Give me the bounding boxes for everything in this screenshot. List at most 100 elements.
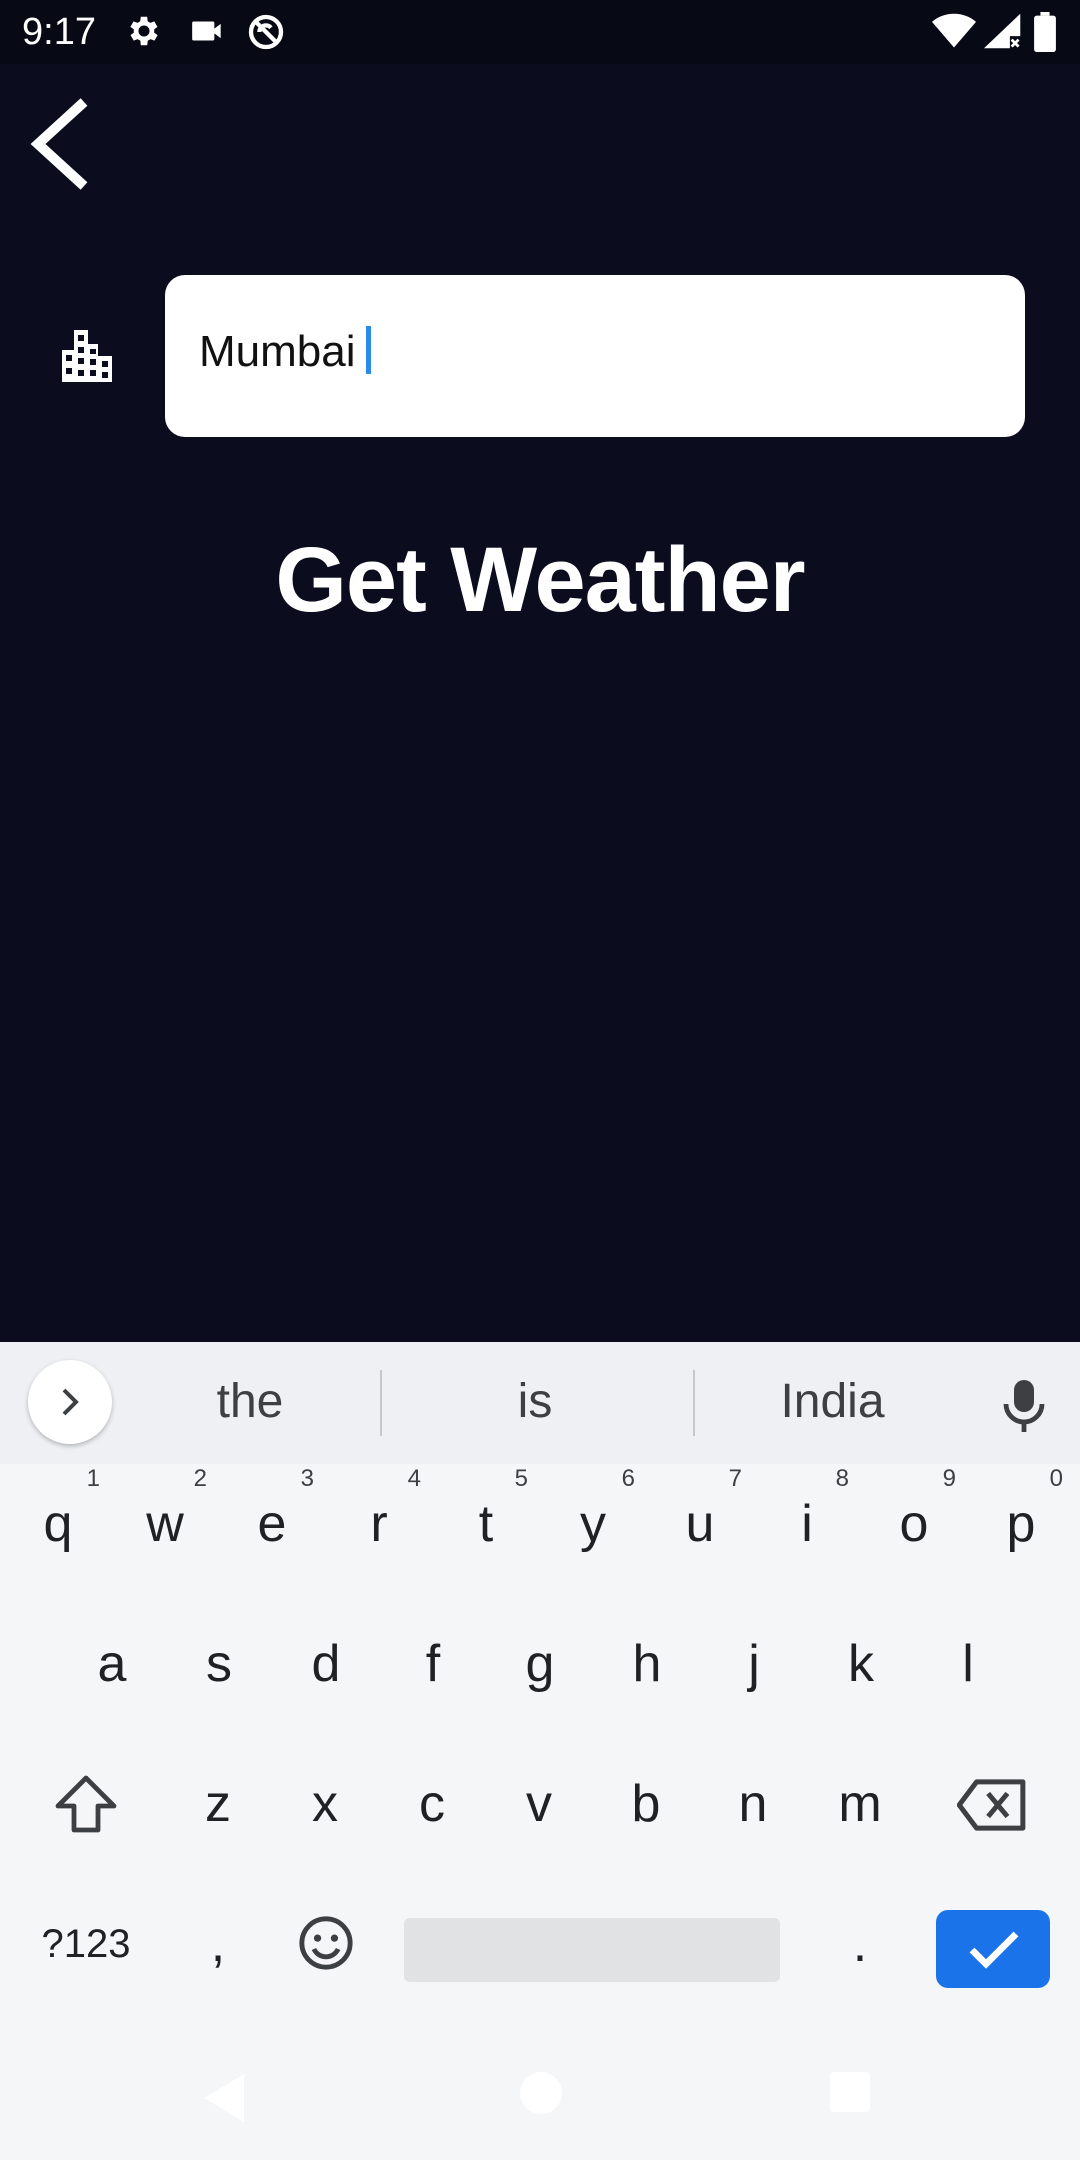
key-r[interactable]: r4 <box>327 1464 431 1584</box>
key-label: d <box>311 1635 341 1693</box>
key-hint: 6 <box>621 1465 635 1492</box>
emoji-key[interactable] <box>274 1884 378 2004</box>
key-n[interactable]: n <box>701 1744 805 1864</box>
key-label: y <box>580 1495 606 1553</box>
gear-icon <box>130 16 158 46</box>
space-key[interactable] <box>404 1918 780 1982</box>
back-button[interactable] <box>24 96 104 192</box>
suggestion-divider <box>380 1370 382 1436</box>
key-label: p <box>1006 1495 1036 1553</box>
key-s[interactable]: s <box>167 1604 271 1724</box>
key-label: n <box>738 1775 768 1833</box>
key-label: u <box>685 1495 715 1553</box>
key-hint: 4 <box>407 1465 421 1492</box>
key-label: g <box>525 1635 555 1693</box>
microphone-icon[interactable] <box>1000 1378 1048 1434</box>
key-hint: 1 <box>86 1465 100 1492</box>
key-t[interactable]: t5 <box>434 1464 538 1584</box>
key-label: q <box>43 1495 73 1553</box>
nav-home-button[interactable] <box>520 2072 562 2114</box>
enter-key[interactable] <box>936 1910 1050 1988</box>
key-hint: 5 <box>514 1465 528 1492</box>
key-g[interactable]: g <box>488 1604 592 1724</box>
expand-toolbar-button[interactable] <box>28 1360 112 1444</box>
city-input-value: Mumbai <box>199 327 356 376</box>
status-bar: 9:17 <box>0 0 1080 64</box>
text-cursor <box>365 326 371 374</box>
key-v[interactable]: v <box>487 1744 591 1864</box>
key-label: l <box>962 1635 974 1693</box>
suggestion-3[interactable]: India <box>700 1374 965 1429</box>
key-label: v <box>526 1775 552 1833</box>
city-input[interactable]: Mumbai <box>165 275 1025 437</box>
chevron-right-icon <box>62 1388 79 1416</box>
key-q[interactable]: q1 <box>6 1464 110 1584</box>
status-time: 9:17 <box>22 11 96 53</box>
key-a[interactable]: a <box>60 1604 164 1724</box>
suggestion-1[interactable]: the <box>120 1374 380 1429</box>
key-b[interactable]: b <box>594 1744 698 1864</box>
key-label: c <box>419 1775 445 1833</box>
key-hint: 8 <box>835 1465 849 1492</box>
key-o[interactable]: o9 <box>862 1464 966 1584</box>
key-p[interactable]: p0 <box>969 1464 1073 1584</box>
suggestion-2[interactable]: is <box>400 1374 670 1429</box>
key-label: o <box>899 1495 929 1553</box>
key-f[interactable]: f <box>381 1604 485 1724</box>
key-u[interactable]: u7 <box>648 1464 752 1584</box>
building-icon <box>62 330 112 382</box>
checkmark-icon <box>969 1931 1019 1969</box>
key-label: b <box>631 1775 661 1833</box>
key-label: x <box>312 1775 338 1833</box>
key-label: z <box>205 1775 231 1833</box>
do-not-disturb-icon <box>248 14 284 50</box>
key-i[interactable]: i8 <box>755 1464 859 1584</box>
key-m[interactable]: m <box>808 1744 912 1864</box>
backspace-icon <box>956 1779 1026 1831</box>
key-hint: 3 <box>300 1465 314 1492</box>
key-w[interactable]: w2 <box>113 1464 217 1584</box>
chevron-left-icon <box>30 98 88 190</box>
key-j[interactable]: j <box>702 1604 806 1724</box>
key-label: s <box>206 1635 232 1693</box>
battery-icon <box>1034 12 1056 52</box>
nav-recents-button[interactable] <box>830 2072 870 2112</box>
key-label: m <box>838 1775 882 1833</box>
backspace-key[interactable] <box>942 1744 1042 1864</box>
wifi-icon <box>932 13 976 48</box>
key-c[interactable]: c <box>380 1744 484 1864</box>
key-d[interactable]: d <box>274 1604 378 1724</box>
key-k[interactable]: k <box>809 1604 913 1724</box>
key-y[interactable]: y6 <box>541 1464 645 1584</box>
key-h[interactable]: h <box>595 1604 699 1724</box>
key-e[interactable]: e3 <box>220 1464 324 1584</box>
camera-icon <box>192 21 221 41</box>
signal-icon <box>984 13 1021 49</box>
keyboard: the is India q1w2e3r4t5y6u7i8o9p0asdfghj… <box>0 1342 1080 2160</box>
emoji-icon <box>299 1916 353 1970</box>
key-label: h <box>632 1635 662 1693</box>
key-l[interactable]: l <box>916 1604 1020 1724</box>
key-x[interactable]: x <box>273 1744 377 1864</box>
shift-icon <box>55 1775 117 1833</box>
key-label: t <box>478 1495 494 1553</box>
key-label: f <box>425 1635 441 1693</box>
key-hint: 7 <box>728 1465 742 1492</box>
period-key[interactable]: . <box>808 1884 912 2004</box>
key-label: j <box>748 1635 760 1693</box>
get-weather-button[interactable]: Get Weather <box>0 525 1080 635</box>
comma-key[interactable]: , <box>166 1884 270 2004</box>
key-hint: 2 <box>193 1465 207 1492</box>
key-label: e <box>257 1495 287 1553</box>
key-hint: 9 <box>942 1465 956 1492</box>
suggestion-bar: the is India <box>0 1342 1080 1464</box>
nav-back-icon[interactable] <box>200 2072 248 2124</box>
key-label: i <box>801 1495 813 1553</box>
key-z[interactable]: z <box>166 1744 270 1864</box>
key-hint: 0 <box>1049 1465 1063 1492</box>
symbols-key[interactable]: ?123 <box>22 1884 150 2004</box>
key-label: a <box>97 1635 127 1693</box>
key-label: r <box>370 1495 388 1553</box>
suggestion-divider <box>693 1370 695 1436</box>
shift-key[interactable] <box>34 1744 138 1864</box>
